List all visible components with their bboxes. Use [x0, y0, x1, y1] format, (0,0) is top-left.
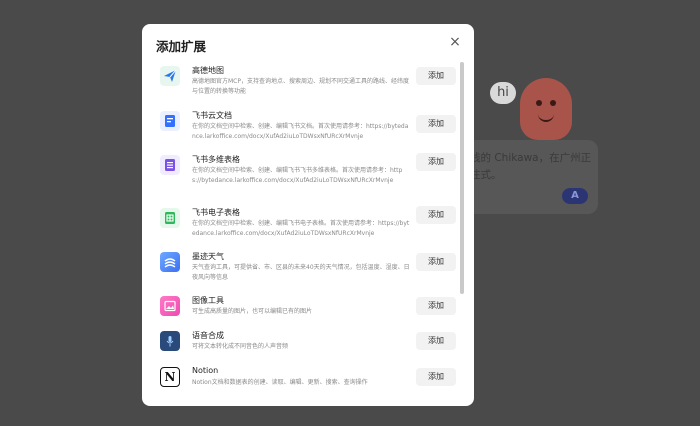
add-button[interactable]: 添加 — [416, 153, 456, 171]
extension-name: Notion — [192, 366, 219, 375]
extension-name: 飞书电子表格 — [192, 208, 240, 217]
mascot-avatar — [520, 78, 572, 140]
background-send-button: A — [562, 188, 588, 204]
add-button[interactable]: 添加 — [416, 297, 456, 315]
tts-icon — [160, 331, 180, 351]
moji-weather-icon — [160, 252, 180, 272]
extension-description: 在你的文档空间中检索、创建、编辑飞书文档。首次使用请参考：https://byt… — [192, 123, 409, 140]
add-button[interactable]: 添加 — [416, 67, 456, 85]
extension-description: 在你的文档空间中检索、创建、编辑飞书飞书多维表格。首次使用请参考：https:/… — [192, 167, 403, 184]
add-button[interactable]: 添加 — [416, 115, 456, 133]
add-button[interactable]: 添加 — [416, 206, 456, 224]
lark-doc-icon — [160, 111, 180, 131]
add-button[interactable]: 添加 — [416, 332, 456, 350]
background-message-text: 线的 Chikawa，在广州正住式。 — [470, 152, 592, 181]
extension-description: 在你的文档空间中检索、创建、编辑飞书电子表格。首次使用请参考：https://b… — [192, 220, 410, 237]
add-button[interactable]: 添加 — [416, 368, 456, 386]
extension-description: 天气查询工具，可提供省、市、区县的未来40天的天气情况，包括温度、湿度、日夜风向… — [192, 264, 410, 281]
image-tool-icon — [160, 296, 180, 316]
lark-sheet-icon — [160, 208, 180, 228]
extension-description: 高德地图官方MCP，支持查询地点、搜索周边、规划不同交通工具的路线、经纬度与位置… — [192, 78, 409, 95]
notion-icon: N — [160, 367, 180, 387]
lark-bitable-icon — [160, 155, 180, 175]
extension-description: 可将文本转化成不同音色的人声音频 — [192, 343, 289, 350]
add-extension-modal: 添加扩展 × 高德地图 高德地图官方MCP，支持查询地点、搜索周边、规划不同交通… — [142, 24, 474, 406]
extension-description: Notion文档和数据表的创建、读取、编辑、更新、搜索、查询操作 — [192, 379, 368, 386]
chat-bubble: hi — [490, 82, 516, 104]
extension-name: 飞书多维表格 — [192, 155, 240, 164]
extension-name: 图像工具 — [192, 296, 224, 305]
amap-icon — [160, 66, 180, 86]
extension-name: 飞书云文档 — [192, 111, 232, 120]
modal-title: 添加扩展 — [156, 39, 207, 54]
extension-name: 墨迹天气 — [192, 252, 224, 261]
close-icon[interactable]: × — [448, 35, 462, 49]
extension-name: 语音合成 — [192, 331, 224, 340]
extension-list[interactable]: 高德地图 高德地图官方MCP，支持查询地点、搜索周边、规划不同交通工具的路线、经… — [142, 58, 474, 406]
scrollbar[interactable] — [460, 62, 464, 294]
extension-name: 高德地图 — [192, 66, 224, 75]
extension-description: 可生成高质量的图片，也可以编辑已有的图片 — [192, 308, 313, 315]
add-button[interactable]: 添加 — [416, 253, 456, 271]
